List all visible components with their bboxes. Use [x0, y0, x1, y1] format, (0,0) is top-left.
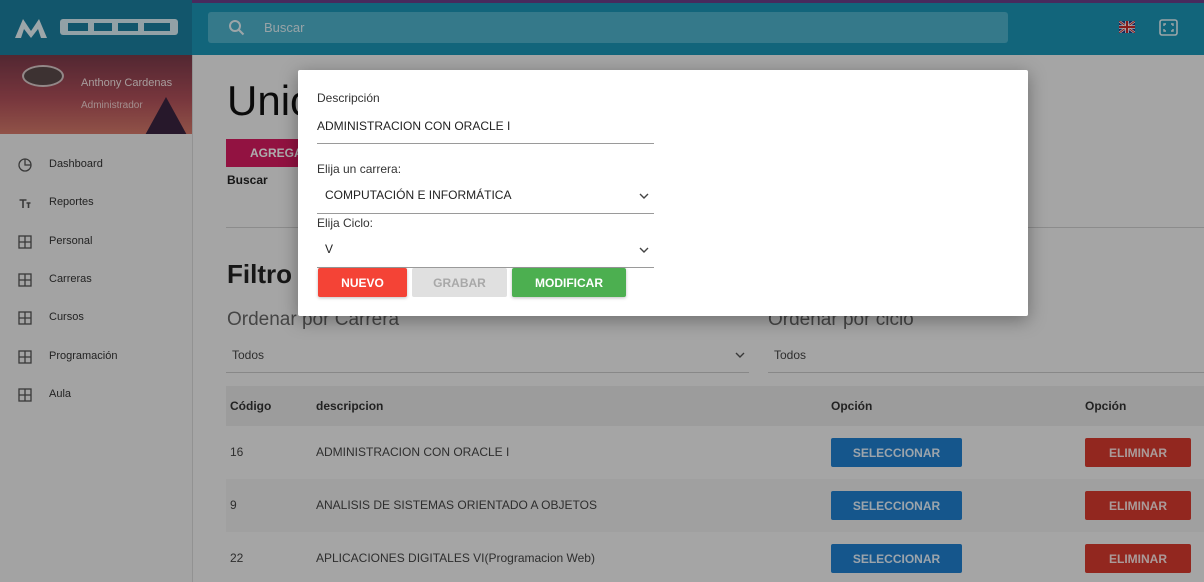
cycle-select[interactable]: V [317, 233, 654, 268]
edit-course-dialog: Descripción ADMINISTRACION CON ORACLE I … [298, 70, 1028, 316]
chevron-down-icon [639, 193, 649, 199]
description-value: ADMINISTRACION CON ORACLE I [317, 119, 511, 133]
description-field[interactable]: ADMINISTRACION CON ORACLE I [317, 114, 654, 144]
career-select[interactable]: COMPUTACIÓN E INFORMÁTICA [317, 179, 654, 214]
cycle-label: Elija Ciclo: [317, 216, 374, 230]
save-button[interactable]: GRABAR [412, 268, 507, 297]
new-button[interactable]: NUEVO [318, 268, 407, 297]
chevron-down-icon [639, 247, 649, 253]
description-label: Descripción [317, 91, 380, 105]
career-value: COMPUTACIÓN E INFORMÁTICA [325, 188, 512, 202]
modify-button[interactable]: MODIFICAR [512, 268, 626, 297]
cycle-value: V [325, 242, 334, 256]
career-label: Elija un carrera: [317, 162, 402, 176]
